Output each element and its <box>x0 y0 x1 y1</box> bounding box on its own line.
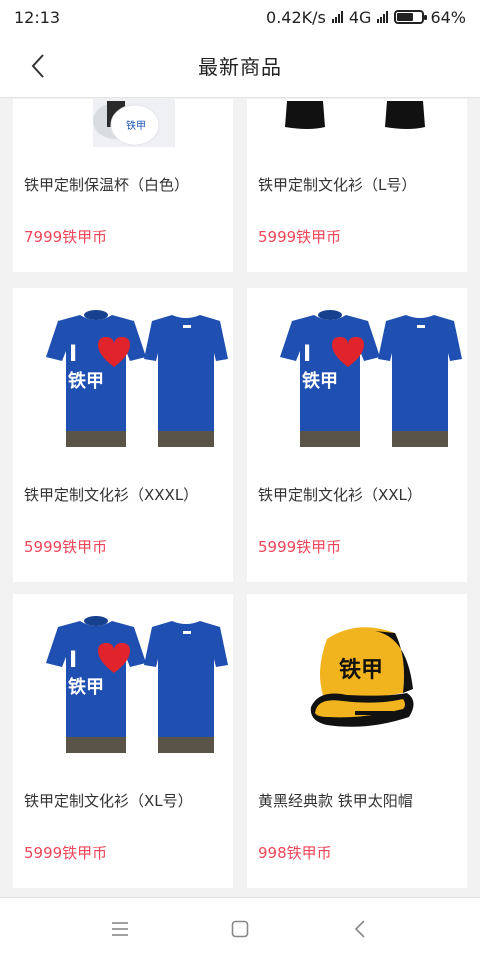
product-name: 铁甲定制文化衫（XXXL） <box>24 486 199 504</box>
back-icon <box>354 920 365 938</box>
shirt-logo-i: I <box>303 342 311 367</box>
product-card[interactable]: I 铁甲 铁甲定制文化衫（XL号） 5999铁甲币 <box>13 594 233 888</box>
product-card[interactable]: I 铁甲 铁甲定制文化衫（XXL） 5999铁甲币 <box>247 288 467 582</box>
product-name: 铁甲定制文化衫（XL号） <box>24 792 193 810</box>
system-nav-bar <box>0 897 480 960</box>
back-button[interactable] <box>20 48 56 84</box>
status-bar: 12:13 0.42K/s 4G 64% <box>0 0 480 34</box>
status-indicators: 0.42K/s 4G 64% <box>266 8 466 27</box>
product-name: 黄黑经典款 铁甲太阳帽 <box>258 792 413 810</box>
product-card[interactable]: 铁甲定制文化衫（L号） 5999铁甲币 <box>247 99 467 272</box>
home-icon <box>231 920 249 938</box>
product-price: 7999铁甲币 <box>24 228 108 246</box>
product-card[interactable]: 铁甲 铁甲定制保温杯（白色） 7999铁甲币 <box>13 99 233 272</box>
product-name: 铁甲定制文化衫（L号） <box>258 176 417 194</box>
product-card[interactable]: I 铁甲 铁甲定制文化衫（XXXL） 5999铁甲币 <box>13 288 233 582</box>
product-price: 5999铁甲币 <box>258 228 342 246</box>
system-back-button[interactable] <box>340 909 380 949</box>
cell-signal-icon <box>377 11 389 23</box>
product-image-cup: 铁甲 <box>13 99 233 154</box>
product-card[interactable]: 铁甲 黄黑经典款 铁甲太阳帽 998铁甲币 <box>247 594 467 888</box>
menu-button[interactable] <box>100 909 140 949</box>
shirt-logo-name: 铁甲 <box>68 370 104 392</box>
page-title: 最新商品 <box>198 55 282 79</box>
shirt-logo-i: I <box>69 342 77 367</box>
battery-percent: 64% <box>430 7 466 27</box>
product-price: 5999铁甲币 <box>24 844 108 862</box>
chevron-left-icon <box>31 54 44 78</box>
product-image-tshirt-black <box>247 99 467 154</box>
cup-logo: 铁甲 <box>126 119 146 132</box>
product-image-tshirt-blue: I 铁甲 <box>13 288 233 464</box>
header-bar: 最新商品 <box>0 34 480 98</box>
status-time: 12:13 <box>14 7 61 27</box>
menu-icon <box>112 922 128 936</box>
product-price: 5999铁甲币 <box>258 538 342 556</box>
product-name: 铁甲定制保温杯（白色） <box>24 176 190 194</box>
network-speed: 0.42K/s <box>266 7 326 27</box>
product-name: 铁甲定制文化衫（XXL） <box>258 486 422 504</box>
shirt-logo-name: 铁甲 <box>302 370 338 392</box>
home-button[interactable] <box>220 909 260 949</box>
shirt-logo-name: 铁甲 <box>68 676 104 698</box>
product-price: 5999铁甲币 <box>24 538 108 556</box>
product-image-tshirt-blue: I 铁甲 <box>13 594 233 770</box>
shirt-logo-i: I <box>69 648 77 673</box>
product-image-cap: 铁甲 <box>247 594 467 770</box>
product-image-tshirt-blue: I 铁甲 <box>247 288 467 464</box>
network-type: 4G <box>348 7 372 27</box>
battery-icon <box>394 10 428 24</box>
wifi-signal-icon <box>331 11 343 23</box>
product-grid[interactable]: 铁甲 铁甲定制保温杯（白色） 7999铁甲币 铁甲定制文化衫（L号） 5999铁… <box>0 99 480 897</box>
cap-logo: 铁甲 <box>339 657 383 683</box>
product-price: 998铁甲币 <box>258 844 332 862</box>
